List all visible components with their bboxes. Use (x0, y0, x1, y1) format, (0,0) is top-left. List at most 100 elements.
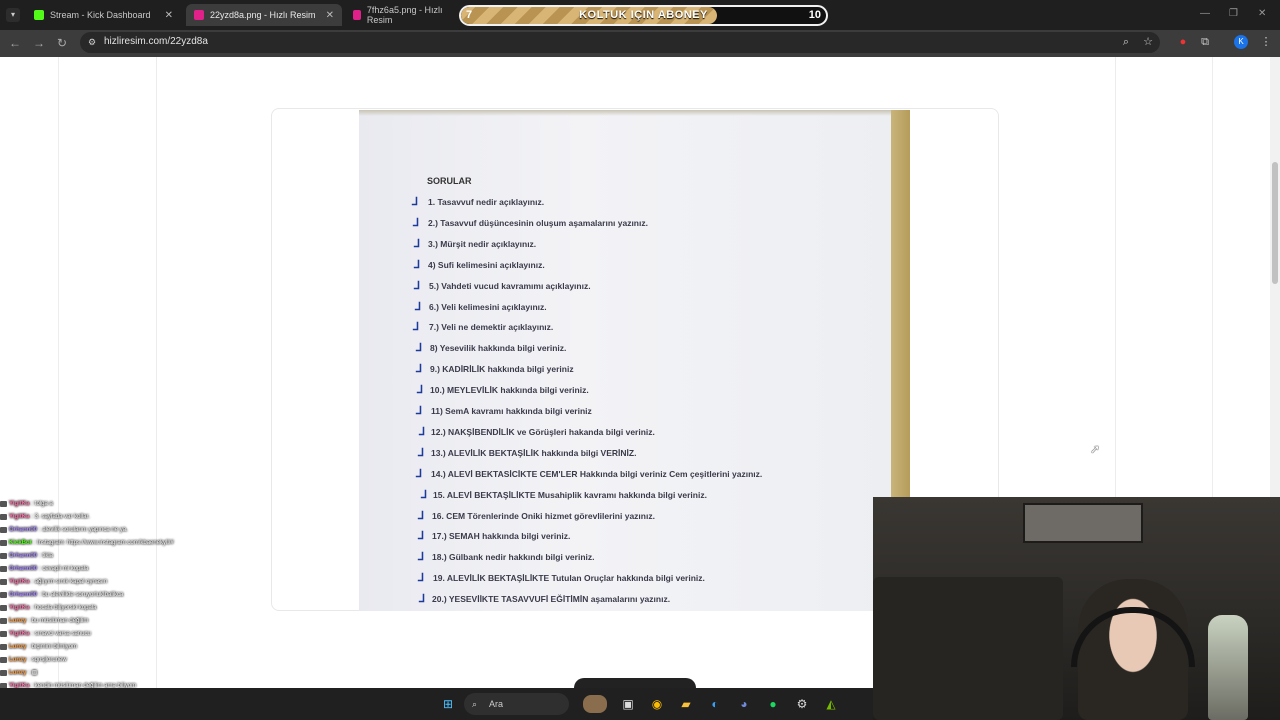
back-icon[interactable]: ← (6, 34, 24, 52)
chat-username[interactable]: Lunzy (9, 618, 26, 624)
close-tab-icon[interactable]: ✕ (165, 10, 173, 21)
chat-text: : bu müslüman değilim (28, 617, 89, 624)
checkmark-icon: ⅃ (414, 279, 421, 292)
question-item: 6.) Veli kelimesini açıklayınız. (429, 301, 547, 312)
task-view-icon[interactable]: ▣ (619, 695, 637, 713)
checkmark-icon: ⅃ (416, 342, 423, 355)
reload-icon[interactable]: ↻ (53, 34, 71, 52)
edge-icon[interactable]: ◐ (706, 695, 724, 713)
badge-icon (0, 513, 7, 520)
hizliresim-favicon-icon (194, 10, 204, 20)
checkmark-icon: ⅃ (414, 237, 421, 250)
question-item: 15. ALEVİ BEKTAŞİLİKTE Musahiplik kavram… (433, 489, 707, 500)
windows-start-icon[interactable]: ⊞ (439, 695, 457, 713)
badge-icon (0, 591, 7, 598)
chat-username[interactable]: Lunzy (9, 670, 26, 676)
extensions-puzzle-icon[interactable]: ⧉ (1198, 35, 1212, 49)
hizliresim-favicon-icon (353, 10, 361, 20)
spotify-icon[interactable]: ● (764, 695, 782, 713)
close-tab-icon[interactable]: ✕ (326, 10, 334, 21)
chat-username[interactable]: Orhann00 (9, 553, 37, 559)
checkmark-icon: ⅃ (419, 425, 426, 438)
chat-text: : ▩ (28, 670, 38, 676)
site-info-icon[interactable]: ⚙ (85, 35, 99, 49)
address-bar[interactable] (80, 32, 1160, 53)
goal-label: KOLTUK IÇIN ABONEY (579, 9, 708, 21)
steam-icon[interactable]: ⚙ (793, 695, 811, 713)
chat-text: : hocala biliyorski kopala (31, 604, 97, 611)
chat-username[interactable]: YigitKa (9, 605, 29, 611)
tab-search-button[interactable]: ▾ (6, 8, 20, 22)
chat-text: : cevapli mi kopala (39, 565, 89, 572)
question-item: 17.) SEMAH hakkında bilgi veriniz. (432, 531, 571, 542)
question-item: 2.) Tasavvuf düşüncesinin oluşum aşamala… (428, 217, 648, 228)
document-title: SORULAR (427, 176, 472, 186)
chat-username[interactable]: Orhann00 (9, 566, 37, 572)
taskbar-search[interactable]: ⌕ Ara (464, 693, 569, 715)
minimize-icon[interactable]: — (1200, 8, 1210, 19)
checkmark-icon: ⅃ (415, 300, 422, 313)
extension-red-icon[interactable]: ● (1176, 35, 1190, 49)
badge-icon (0, 669, 7, 676)
close-window-icon[interactable]: ✕ (1258, 8, 1266, 19)
chat-text: : tolga a (31, 500, 53, 507)
chat-username[interactable]: YigitKa (9, 631, 29, 637)
chat-text: : biçimini bilmiyom (28, 643, 78, 650)
maximize-icon[interactable]: ❐ (1229, 8, 1238, 19)
menu-kebab-icon[interactable]: ⋮ (1259, 35, 1273, 49)
nvidia-icon[interactable]: ◭ (822, 695, 840, 713)
scrollbar-thumb[interactable] (1272, 162, 1278, 284)
chat-message: YigitKa: ağlıyım sınık kapal oynasın (0, 575, 300, 588)
badge-icon (0, 643, 7, 650)
discord-icon[interactable]: ◕ (735, 695, 753, 713)
chat-username[interactable]: Orhann00 (9, 527, 37, 533)
forward-icon[interactable]: → (30, 34, 48, 52)
badge-icon (0, 604, 7, 611)
badge-icon (0, 656, 7, 663)
checkmark-icon: ⅃ (418, 509, 425, 522)
badge-icon (0, 526, 7, 533)
tab-kick-dashboard[interactable]: Stream - Kick Dashboard ✕ (26, 4, 181, 26)
question-item: 1. Tasavvuf nedir açıklayınız. (428, 197, 545, 207)
bookmark-star-icon[interactable]: ☆ (1141, 35, 1155, 49)
sofa (873, 577, 1063, 720)
subscriber-goal-bar: 7 KOLTUK IÇIN ABONEY 10 (459, 5, 828, 26)
tab-title: 22yzd8a.png - Hızlı Resim (210, 10, 316, 20)
widgets-icon[interactable] (583, 695, 607, 713)
chat-overlay: YigitKa: tolga a YigitKa: 3. sayfada var … (0, 497, 300, 718)
chat-username[interactable]: YigitKa (9, 501, 29, 507)
chat-message: Orhann00: tikla (0, 549, 300, 562)
chat-username[interactable]: YigitKa (9, 514, 29, 520)
chat-message: Lunzy: biçimini bilmiyom (0, 640, 300, 653)
tab-title: Stream - Kick Dashboard (50, 10, 151, 20)
zoom-icon[interactable]: ⌕ (1119, 35, 1133, 49)
checkmark-icon: ⅃ (418, 446, 425, 459)
tab-22yzd8a[interactable]: 22yzd8a.png - Hızlı Resim ✕ (186, 4, 342, 26)
tab-title: 7fhz6a5.png - Hızlı Resim (366, 5, 443, 25)
checkmark-icon: ⅃ (414, 258, 421, 271)
question-item: 11) SemA kavramı hakkında bilgi veriniz (431, 406, 592, 416)
chat-text: : Instagram: https://www.instagram.com/k… (33, 539, 174, 546)
checkmark-icon: ⅃ (412, 196, 419, 208)
chat-text: : ağlıyım sınık kapal oynasın (31, 578, 108, 585)
badge-icon (0, 617, 7, 624)
chat-username[interactable]: YigitKa (9, 579, 29, 585)
tab-7fhz6a5[interactable]: 7fhz6a5.png - Hızlı Resim (345, 4, 457, 26)
chat-username[interactable]: Lunzy (9, 657, 26, 663)
question-item: 16. CEM Törenlerinde Oniki hizmet görevl… (432, 510, 655, 521)
file-explorer-icon[interactable]: ▰ (677, 695, 695, 713)
chat-username[interactable]: Lunzy (9, 644, 26, 650)
kick-favicon-icon (34, 10, 44, 20)
chat-text: : sqnsjlorunew (28, 656, 67, 663)
chat-username[interactable]: KickBot (9, 540, 32, 546)
profile-avatar[interactable]: K (1234, 35, 1248, 49)
chat-message: Lunzy: bu müslüman değilim (0, 614, 300, 627)
url-text[interactable]: hizliresim.com/22yzd8a (104, 36, 208, 47)
goal-target: 10 (808, 9, 821, 21)
badge-icon (0, 578, 7, 585)
badge-icon (0, 552, 7, 559)
chrome-icon[interactable]: ◉ (648, 695, 666, 713)
chat-text: : 3. sayfada var kollar. (31, 513, 90, 520)
question-item: 14.) ALEVİ BEKTASİCİKTE CEM'LER Hakkında… (431, 468, 763, 479)
chat-username[interactable]: Orhann00 (9, 592, 37, 598)
